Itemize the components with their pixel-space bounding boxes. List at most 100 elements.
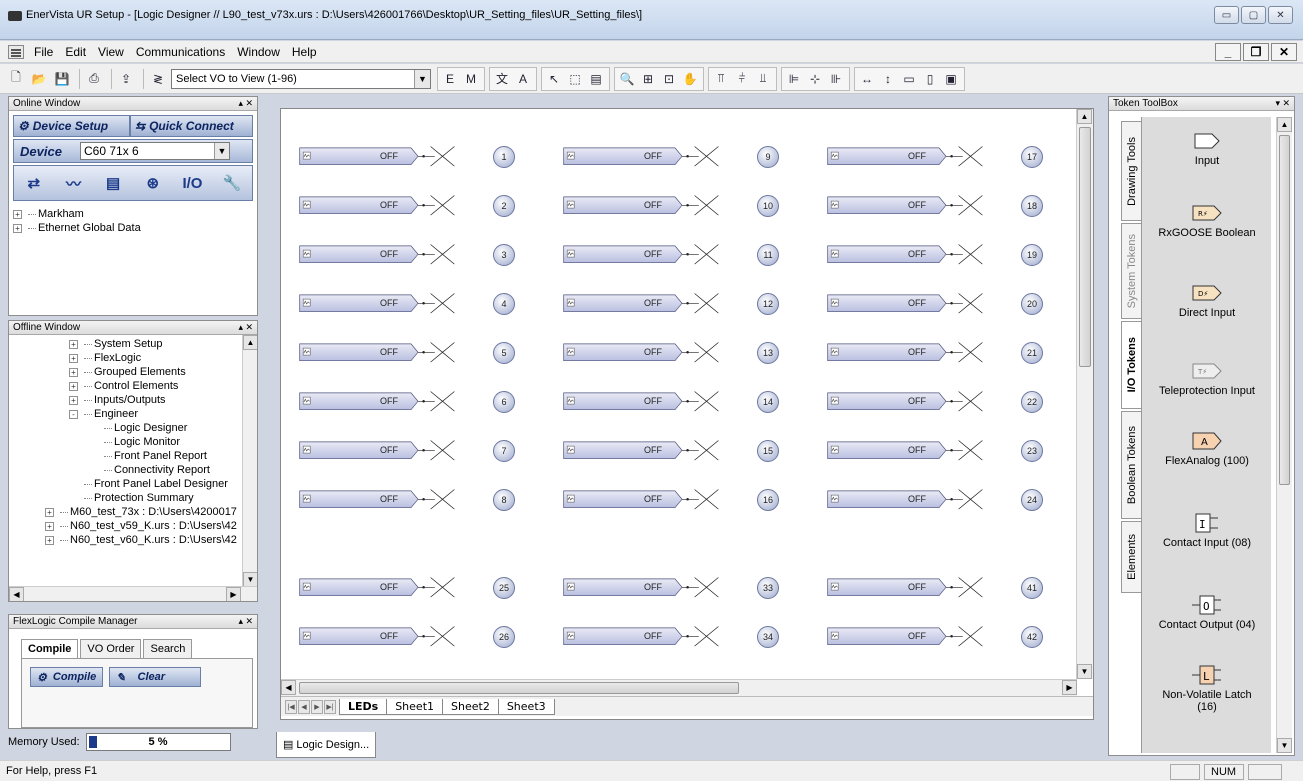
tab-system-tokens[interactable]: System Tokens [1121,223,1143,319]
canvas-vertical-thumb[interactable] [1079,127,1091,367]
scroll-up-icon[interactable]: ▲ [1277,117,1292,132]
font-icon[interactable]: 文 [492,69,512,89]
scroll-right-icon[interactable]: ▶ [1062,680,1077,695]
expand-icon[interactable]: + [13,209,22,219]
tool-teleprotection[interactable]: T⚡ Teleprotection Input [1142,361,1272,397]
virtual-output-token[interactable]: OFF 3 [299,241,539,269]
virtual-output-token[interactable]: OFF 26 [299,623,539,651]
chevron-down-icon[interactable]: ▼ [414,69,430,88]
canvas-horizontal-thumb[interactable] [299,682,739,694]
properties-icon[interactable]: ▤ [586,69,606,89]
close-button[interactable]: ✕ [1268,6,1293,24]
m-icon[interactable]: M [461,69,481,89]
tools-icon[interactable]: 🔧 [217,169,247,197]
same-height-icon[interactable]: ▯ [920,69,940,89]
virtual-output-token[interactable]: OFF 6 [299,388,539,416]
text-icon[interactable]: A [513,69,533,89]
scroll-up-icon[interactable]: ▲ [1077,109,1092,124]
scroll-left-icon[interactable]: ◀ [281,680,296,695]
new-file-icon[interactable]: 🗋 [6,69,26,89]
e-icon[interactable]: E [440,69,460,89]
panel-controls-icon[interactable]: ▴ ✕ [238,97,253,110]
virtual-output-token[interactable]: OFF 42 [827,623,1067,651]
expand-icon[interactable]: + [69,367,78,377]
scroll-up-icon[interactable]: ▲ [243,335,257,350]
offline-horizontal-scrollbar[interactable]: ◀ ▶ [9,586,257,601]
scroll-right-icon[interactable]: ▶ [226,587,241,601]
pointer-icon[interactable]: ↖ [544,69,564,89]
tab-vo-order[interactable]: VO Order [80,639,142,658]
tool-input-token[interactable]: Input [1142,131,1272,167]
phasor-icon[interactable]: ⊛ [138,169,168,197]
quick-connect-button[interactable]: ⇆ Quick Connect [130,115,253,137]
virtual-output-token[interactable]: OFF 10 [563,192,803,220]
scroll-down-icon[interactable]: ▼ [243,572,257,587]
tree-item[interactable]: Protection Summary [13,491,253,505]
align-bottom-icon[interactable]: ⫫ [753,69,773,89]
expand-icon[interactable]: + [45,535,54,545]
menu-file[interactable]: File [28,45,59,59]
compile-button[interactable]: ⚙ Compile [30,667,104,687]
tool-flexanalog[interactable]: A FlexAnalog (100) [1142,431,1272,467]
tab-drawing-tools[interactable]: Drawing Tools [1121,121,1143,221]
tree-item[interactable]: Front Panel Report [13,449,253,463]
open-folder-icon[interactable]: 📂 [29,69,49,89]
tab-elements[interactable]: Elements [1121,521,1143,593]
virtual-output-token[interactable]: OFF 5 [299,339,539,367]
virtual-output-token[interactable]: OFF 15 [563,437,803,465]
virtual-output-token[interactable]: OFF 13 [563,339,803,367]
tab-compile[interactable]: Compile [21,639,79,658]
tree-item[interactable]: + System Setup [13,337,253,351]
tool-contact-input[interactable]: I Contact Input (08) [1142,513,1272,549]
expand-icon[interactable]: + [69,381,78,391]
space-horizontal-icon[interactable]: ↔ [857,69,877,89]
virtual-output-token[interactable]: OFF 20 [827,290,1067,318]
vo-view-select[interactable]: Select VO to View (1-96) ▼ [171,68,431,89]
tree-item-markham[interactable]: + Markham [13,207,253,221]
virtual-output-token[interactable]: OFF 2 [299,192,539,220]
tree-item[interactable]: + Control Elements [13,379,253,393]
canvas-horizontal-scrollbar[interactable]: ◀ ▶ [281,679,1077,696]
tree-item[interactable]: + N60_test_v60_K.urs : D:\Users\42 [13,533,253,547]
align-top-icon[interactable]: ⫪ [711,69,731,89]
prev-sheet-icon[interactable]: ◀ [298,699,310,714]
virtual-output-token[interactable]: OFF 22 [827,388,1067,416]
vo-icon[interactable]: ≷ [148,69,168,89]
align-center-icon[interactable]: ⊹ [805,69,825,89]
expand-icon[interactable]: + [69,395,78,405]
panel-controls-icon[interactable]: ▴ ✕ [238,615,253,628]
print-icon[interactable]: ⎙ [84,69,104,89]
settings-compare-icon[interactable]: ⇄ [19,169,49,197]
next-sheet-icon[interactable]: ▶ [311,699,323,714]
menu-edit[interactable]: Edit [59,45,92,59]
device-setup-button[interactable]: ⚙ Device Setup [13,115,131,137]
zoom-fit-icon[interactable]: ⊞ [638,69,658,89]
menu-view[interactable]: View [92,45,130,59]
virtual-output-token[interactable]: OFF 8 [299,486,539,514]
chevron-down-icon[interactable]: ▼ [214,143,229,159]
sheet-tab-sheet3[interactable]: Sheet3 [497,698,555,715]
tree-item[interactable]: - Engineer [13,407,253,421]
logic-canvas[interactable]: OFF 1 OFF 2 OFF 3 OFF 4 OFF 5 OFF 6 OFF 7 OFF 8 OFF 9 OFF 1… [281,109,1077,679]
device-select[interactable]: C60 71x 6 ▼ [80,142,230,160]
mdi-restore-button[interactable]: ❐ [1243,43,1269,61]
virtual-output-token[interactable]: OFF 41 [827,574,1067,602]
toolbox-vertical-scrollbar[interactable]: ▲ ▼ [1276,117,1292,753]
virtual-output-token[interactable]: OFF 16 [563,486,803,514]
virtual-output-token[interactable]: OFF 12 [563,290,803,318]
tree-item[interactable]: Logic Designer [13,421,253,435]
scroll-left-icon[interactable]: ◀ [9,587,24,601]
expand-icon[interactable]: + [69,353,78,363]
virtual-output-token[interactable]: OFF 21 [827,339,1067,367]
space-vertical-icon[interactable]: ↕ [878,69,898,89]
waveform-icon[interactable]: 〰 [58,169,88,197]
virtual-output-token[interactable]: OFF 18 [827,192,1067,220]
upload-icon[interactable]: ⇪ [116,69,136,89]
tree-item[interactable]: + M60_test_73x : D:\Users\4200017 [13,505,253,519]
zoom-icon[interactable]: 🔍 [617,69,637,89]
tree-item[interactable]: + N60_test_v59_K.urs : D:\Users\42 [13,519,253,533]
virtual-output-token[interactable]: OFF 24 [827,486,1067,514]
tree-item[interactable]: + Inputs/Outputs [13,393,253,407]
menu-communications[interactable]: Communications [130,45,231,59]
virtual-output-token[interactable]: OFF 4 [299,290,539,318]
